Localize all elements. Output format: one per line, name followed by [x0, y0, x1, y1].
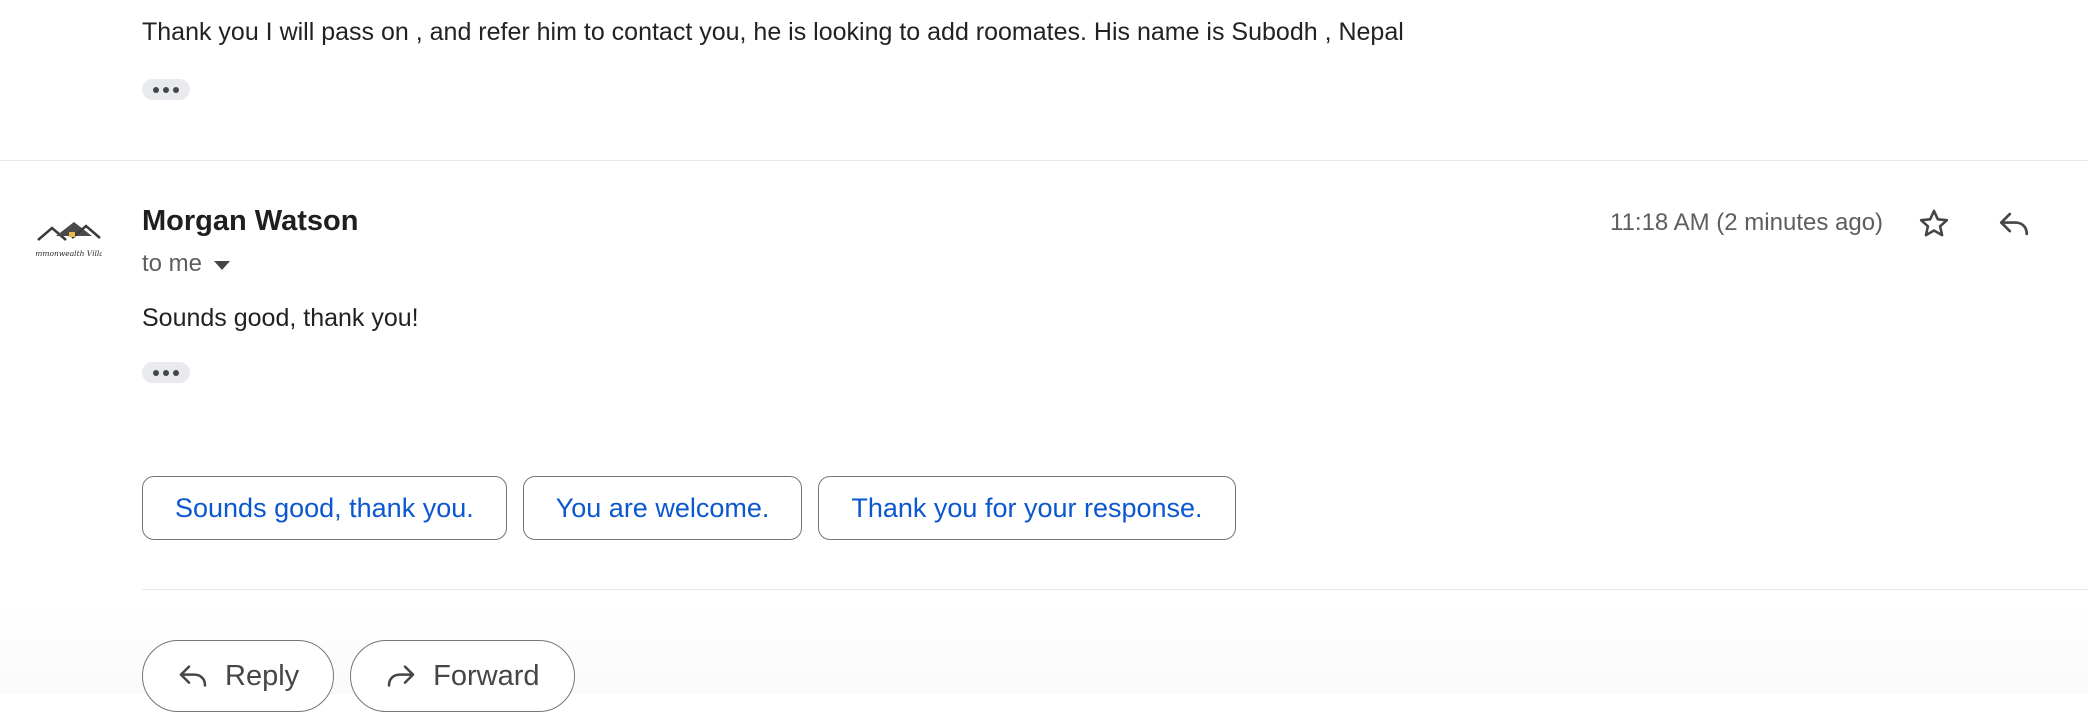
smart-reply-suggestions: Sounds good, thank you. You are welcome.…	[142, 476, 1236, 540]
commonwealth-village-logo: Commonwealth Village	[25, 222, 114, 258]
sender-name: Morgan Watson	[142, 205, 359, 237]
forward-label: Forward	[433, 659, 540, 692]
avatar[interactable]: Commonwealth Village	[25, 214, 114, 268]
more-horiz-icon	[153, 369, 159, 376]
reply-label: Reply	[225, 659, 300, 692]
svg-text:Commonwealth Village: Commonwealth Village	[36, 249, 102, 258]
smart-reply-chip[interactable]: Thank you for your response.	[818, 476, 1236, 540]
message-body: Sounds good, thank you!	[142, 304, 419, 332]
reply-icon	[179, 665, 207, 687]
actions-divider	[142, 589, 2088, 590]
message-divider	[0, 160, 2088, 161]
smart-reply-chip[interactable]: You are welcome.	[522, 476, 803, 540]
caret-down-icon[interactable]	[214, 261, 231, 270]
forward-icon	[387, 665, 415, 687]
previous-message-body: Thank you I will pass on , and refer him…	[142, 18, 1404, 46]
forward-button[interactable]: Forward	[350, 640, 575, 712]
show-trimmed-content-button[interactable]	[142, 362, 190, 383]
reply-icon-button[interactable]	[1990, 200, 2038, 248]
recipient-label: to me	[142, 250, 203, 277]
recipient-details-toggle[interactable]: to me	[142, 250, 231, 278]
show-trimmed-content-button[interactable]	[142, 79, 190, 100]
message-timestamp: 11:18 AM (2 minutes ago)	[1610, 209, 1884, 236]
reply-icon	[1999, 212, 2029, 236]
star-icon	[1919, 209, 1949, 237]
message-actions: Reply Forward	[142, 640, 575, 712]
smart-reply-chip[interactable]: Sounds good, thank you.	[142, 476, 507, 540]
more-horiz-icon	[153, 86, 159, 93]
reply-button[interactable]: Reply	[142, 640, 335, 712]
star-button[interactable]	[1910, 200, 1958, 248]
